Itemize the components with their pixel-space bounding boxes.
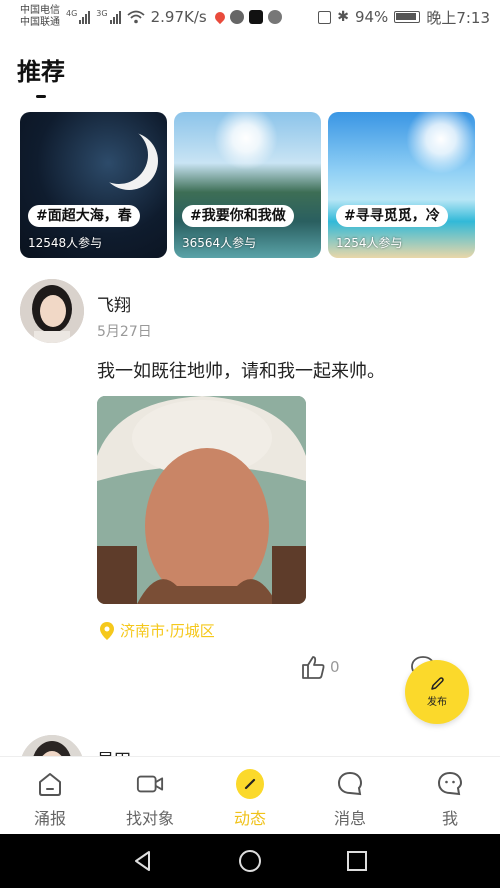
battery-percent: 94% [354, 8, 389, 26]
title-underline [36, 95, 46, 98]
location-pin-icon [100, 621, 114, 640]
post-location[interactable]: 济南市·历城区 [100, 620, 215, 641]
topic-card[interactable]: #面超大海，春 12548人参与 [20, 112, 167, 258]
tab-feed[interactable]: 动态 [200, 757, 300, 834]
moon-image [90, 126, 148, 184]
pen-icon [431, 677, 444, 690]
tab-label: 消息 [333, 809, 366, 828]
topic-participants: 1254人参与 [336, 236, 403, 250]
tab-label: 找对象 [125, 809, 174, 828]
topic-card[interactable]: #寻寻觅觅，冷 1254人参与 [328, 112, 475, 258]
like-count: 0 [330, 658, 340, 676]
network-type-1: 4G [66, 8, 78, 18]
home-icon [36, 770, 64, 798]
tab-find-partner[interactable]: 找对象 [100, 757, 200, 834]
signal-icon-2 [109, 10, 121, 24]
publish-button[interactable]: 发布 [405, 660, 469, 724]
tiktok-icon [248, 10, 263, 24]
network-type-2: 3G [96, 8, 108, 18]
back-icon[interactable] [131, 849, 155, 873]
tab-feed-icon-wrap [236, 769, 264, 799]
avatar[interactable] [20, 279, 84, 343]
tab-me[interactable]: 我 [400, 757, 500, 834]
tab-home[interactable]: 涌报 [0, 757, 100, 834]
topic-cards: #面超大海，春 12548人参与 #我要你和我做 36564人参与 #寻寻觅觅，… [20, 112, 480, 260]
recents-icon[interactable] [345, 849, 369, 873]
home-button-icon[interactable] [238, 849, 262, 873]
pen-icon [236, 769, 264, 799]
chat-bubble-icon [336, 770, 364, 798]
post-username[interactable]: 飞翔 [97, 291, 131, 316]
clock: 晚上7:13 [426, 8, 490, 27]
sun-image [406, 112, 475, 174]
video-icon [136, 770, 164, 798]
face-icon [436, 770, 464, 798]
carrier-2: 中国联通 [20, 17, 60, 28]
topic-tag: #面超大海，春 [28, 205, 140, 227]
like-button[interactable]: 0 [300, 654, 340, 680]
system-nav-bar [0, 834, 500, 888]
tab-label: 涌报 [33, 809, 66, 828]
battery-icon [394, 11, 421, 23]
post-photo-portrait [97, 396, 306, 604]
bottom-tab-bar: 涌报 找对象 动态 消息 我 [0, 756, 500, 834]
post-date: 5月27日 [97, 324, 152, 340]
topic-tag: #寻寻觅觅，冷 [336, 205, 448, 227]
record-icon [229, 10, 244, 24]
thumbs-up-icon [302, 656, 325, 679]
wifi-icon [127, 10, 145, 24]
signal-icon-1 [79, 10, 91, 24]
carrier-1: 中国电信 [20, 5, 60, 16]
page-title: 推荐 [17, 58, 65, 86]
carrier-names: 中国电信 中国联通 [20, 5, 60, 29]
topic-tag: #我要你和我做 [182, 205, 294, 227]
topic-card[interactable]: #我要你和我做 36564人参与 [174, 112, 321, 258]
sun-image [214, 112, 278, 170]
tab-label: 我 [441, 809, 458, 828]
avatar-portrait [20, 279, 84, 343]
topic-participants: 36564人参与 [182, 236, 257, 250]
status-bar: 中国电信 中国联通 4G 3G 2.97K/s ✱ 94% 晚上7:13 [0, 0, 500, 34]
location-text: 济南市·历城区 [120, 622, 215, 640]
publish-label: 发布 [427, 697, 447, 708]
location-pin-icon [212, 9, 227, 25]
network-speed: 2.97K/s [150, 8, 207, 26]
tab-label: 动态 [233, 809, 266, 828]
topic-participants: 12548人参与 [28, 236, 103, 250]
post-text: 我一如既往地帅，请和我一起来帅。 [97, 361, 385, 382]
tab-messages[interactable]: 消息 [300, 757, 400, 834]
post-image[interactable] [97, 396, 306, 604]
bluetooth-icon: ✱ [337, 9, 349, 25]
nfc-icon [318, 10, 332, 24]
app-notification-icon [267, 10, 282, 24]
